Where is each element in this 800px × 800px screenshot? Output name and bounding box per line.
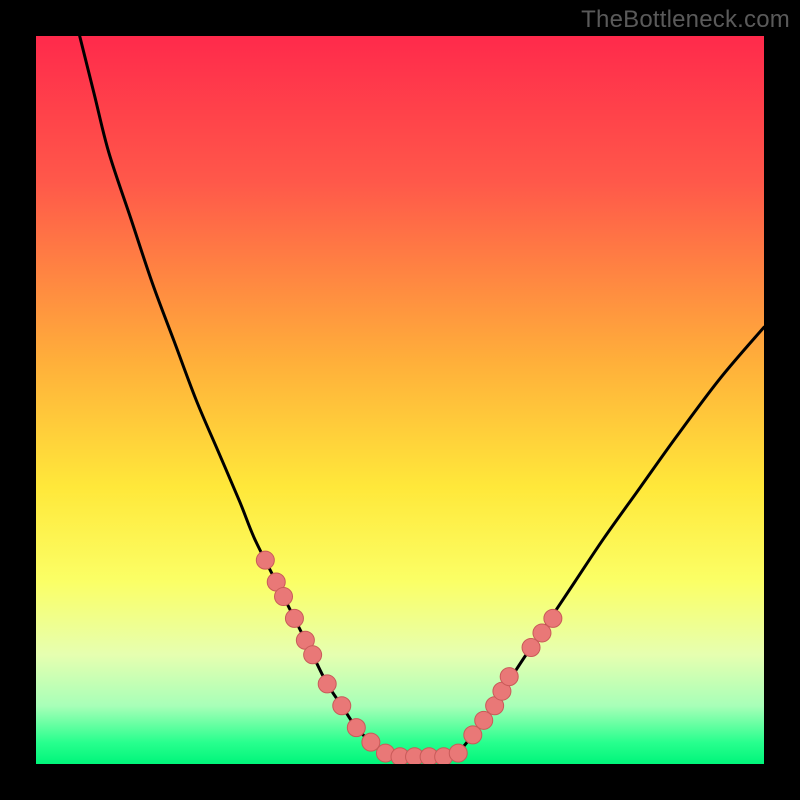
plot-area <box>36 36 764 766</box>
data-marker <box>333 697 351 715</box>
data-marker <box>449 744 467 762</box>
data-marker <box>275 588 293 606</box>
data-marker <box>347 719 365 737</box>
data-marker <box>318 675 336 693</box>
data-marker <box>544 609 562 627</box>
data-marker <box>285 609 303 627</box>
data-marker <box>500 668 518 686</box>
chart-frame: TheBottleneck.com <box>0 0 800 800</box>
chart-svg <box>0 0 800 800</box>
data-marker <box>256 551 274 569</box>
data-marker <box>304 646 322 664</box>
gradient-background <box>36 36 764 764</box>
watermark-text: TheBottleneck.com <box>581 6 790 34</box>
